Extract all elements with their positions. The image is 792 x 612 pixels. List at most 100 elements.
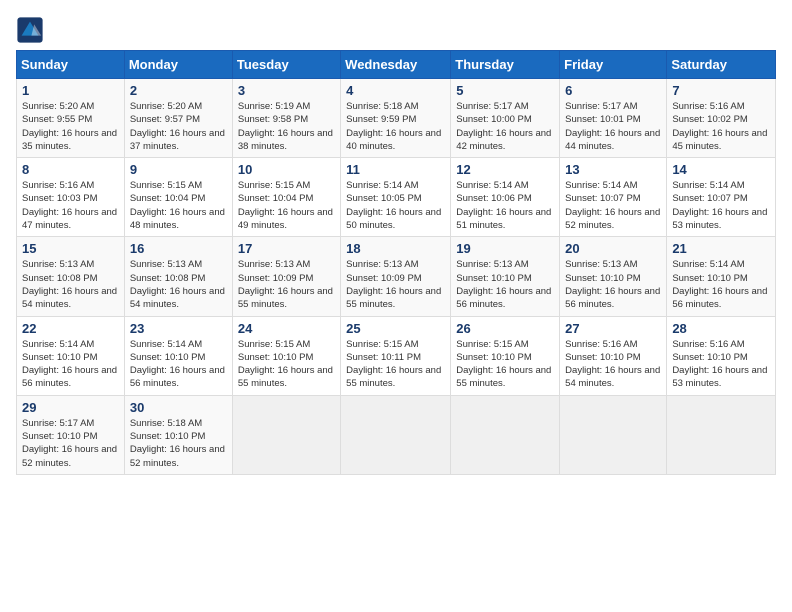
sunset-label: Sunset: 10:02 PM xyxy=(672,114,748,125)
sunrise-label: Sunrise: 5:20 AM xyxy=(130,101,202,112)
calendar-cell: 11 Sunrise: 5:14 AM Sunset: 10:05 PM Day… xyxy=(341,158,451,237)
header: General xyxy=(16,16,776,44)
day-info: Sunrise: 5:14 AM Sunset: 10:07 PM Daylig… xyxy=(672,179,770,232)
day-info: Sunrise: 5:14 AM Sunset: 10:07 PM Daylig… xyxy=(565,179,661,232)
week-row-4: 22 Sunrise: 5:14 AM Sunset: 10:10 PM Day… xyxy=(17,316,776,395)
sunrise-label: Sunrise: 5:13 AM xyxy=(565,259,637,270)
sunset-label: Sunset: 10:06 PM xyxy=(456,193,532,204)
weekday-header-tuesday: Tuesday xyxy=(232,51,340,79)
day-info: Sunrise: 5:14 AM Sunset: 10:06 PM Daylig… xyxy=(456,179,554,232)
day-number: 13 xyxy=(565,162,661,177)
sunset-label: Sunset: 10:04 PM xyxy=(238,193,314,204)
daylight-label: Daylight: 16 hours and 55 minutes. xyxy=(238,365,333,389)
sunset-label: Sunset: 10:10 PM xyxy=(130,431,206,442)
sunrise-label: Sunrise: 5:13 AM xyxy=(22,259,94,270)
sunrise-label: Sunrise: 5:15 AM xyxy=(130,180,202,191)
day-number: 25 xyxy=(346,321,445,336)
calendar-cell xyxy=(667,395,776,474)
day-info: Sunrise: 5:15 AM Sunset: 10:04 PM Daylig… xyxy=(130,179,227,232)
sunset-label: Sunset: 10:10 PM xyxy=(672,273,748,284)
sunset-label: Sunset: 10:10 PM xyxy=(456,352,532,363)
calendar-cell: 7 Sunrise: 5:16 AM Sunset: 10:02 PM Dayl… xyxy=(667,79,776,158)
sunrise-label: Sunrise: 5:17 AM xyxy=(456,101,528,112)
sunset-label: Sunset: 10:10 PM xyxy=(456,273,532,284)
sunrise-label: Sunrise: 5:13 AM xyxy=(130,259,202,270)
sunset-label: Sunset: 10:11 PM xyxy=(346,352,421,363)
sunrise-label: Sunrise: 5:13 AM xyxy=(456,259,528,270)
calendar-cell: 14 Sunrise: 5:14 AM Sunset: 10:07 PM Day… xyxy=(667,158,776,237)
daylight-label: Daylight: 16 hours and 54 minutes. xyxy=(130,286,225,310)
sunrise-label: Sunrise: 5:20 AM xyxy=(22,101,94,112)
daylight-label: Daylight: 16 hours and 45 minutes. xyxy=(672,128,767,152)
sunset-label: Sunset: 10:07 PM xyxy=(565,193,641,204)
week-row-1: 1 Sunrise: 5:20 AM Sunset: 9:55 PM Dayli… xyxy=(17,79,776,158)
sunrise-label: Sunrise: 5:17 AM xyxy=(22,418,94,429)
week-row-2: 8 Sunrise: 5:16 AM Sunset: 10:03 PM Dayl… xyxy=(17,158,776,237)
day-info: Sunrise: 5:13 AM Sunset: 10:08 PM Daylig… xyxy=(130,258,227,311)
daylight-label: Daylight: 16 hours and 56 minutes. xyxy=(565,286,660,310)
sunset-label: Sunset: 9:59 PM xyxy=(346,114,416,125)
sunrise-label: Sunrise: 5:14 AM xyxy=(565,180,637,191)
day-info: Sunrise: 5:20 AM Sunset: 9:55 PM Dayligh… xyxy=(22,100,119,153)
sunrise-label: Sunrise: 5:17 AM xyxy=(565,101,637,112)
daylight-label: Daylight: 16 hours and 55 minutes. xyxy=(346,365,441,389)
day-info: Sunrise: 5:18 AM Sunset: 9:59 PM Dayligh… xyxy=(346,100,445,153)
sunset-label: Sunset: 10:08 PM xyxy=(22,273,98,284)
weekday-header-thursday: Thursday xyxy=(451,51,560,79)
calendar-cell: 21 Sunrise: 5:14 AM Sunset: 10:10 PM Day… xyxy=(667,237,776,316)
day-info: Sunrise: 5:18 AM Sunset: 10:10 PM Daylig… xyxy=(130,417,227,470)
day-number: 29 xyxy=(22,400,119,415)
day-info: Sunrise: 5:15 AM Sunset: 10:04 PM Daylig… xyxy=(238,179,335,232)
day-info: Sunrise: 5:16 AM Sunset: 10:10 PM Daylig… xyxy=(672,338,770,391)
daylight-label: Daylight: 16 hours and 37 minutes. xyxy=(130,128,225,152)
calendar-cell: 12 Sunrise: 5:14 AM Sunset: 10:06 PM Day… xyxy=(451,158,560,237)
sunset-label: Sunset: 10:09 PM xyxy=(238,273,314,284)
day-number: 26 xyxy=(456,321,554,336)
calendar-cell: 19 Sunrise: 5:13 AM Sunset: 10:10 PM Day… xyxy=(451,237,560,316)
daylight-label: Daylight: 16 hours and 48 minutes. xyxy=(130,207,225,231)
week-row-3: 15 Sunrise: 5:13 AM Sunset: 10:08 PM Day… xyxy=(17,237,776,316)
weekday-header-wednesday: Wednesday xyxy=(341,51,451,79)
sunrise-label: Sunrise: 5:14 AM xyxy=(672,259,744,270)
sunset-label: Sunset: 10:08 PM xyxy=(130,273,206,284)
day-info: Sunrise: 5:20 AM Sunset: 9:57 PM Dayligh… xyxy=(130,100,227,153)
day-number: 2 xyxy=(130,83,227,98)
daylight-label: Daylight: 16 hours and 55 minutes. xyxy=(456,365,551,389)
calendar-cell xyxy=(560,395,667,474)
day-info: Sunrise: 5:16 AM Sunset: 10:10 PM Daylig… xyxy=(565,338,661,391)
day-number: 4 xyxy=(346,83,445,98)
day-number: 17 xyxy=(238,241,335,256)
calendar-cell xyxy=(232,395,340,474)
sunrise-label: Sunrise: 5:15 AM xyxy=(238,180,310,191)
day-number: 1 xyxy=(22,83,119,98)
sunset-label: Sunset: 10:09 PM xyxy=(346,273,422,284)
daylight-label: Daylight: 16 hours and 42 minutes. xyxy=(456,128,551,152)
day-info: Sunrise: 5:13 AM Sunset: 10:10 PM Daylig… xyxy=(565,258,661,311)
daylight-label: Daylight: 16 hours and 35 minutes. xyxy=(22,128,117,152)
day-info: Sunrise: 5:13 AM Sunset: 10:09 PM Daylig… xyxy=(238,258,335,311)
day-number: 6 xyxy=(565,83,661,98)
calendar-cell: 22 Sunrise: 5:14 AM Sunset: 10:10 PM Day… xyxy=(17,316,125,395)
day-info: Sunrise: 5:14 AM Sunset: 10:10 PM Daylig… xyxy=(22,338,119,391)
day-info: Sunrise: 5:15 AM Sunset: 10:11 PM Daylig… xyxy=(346,338,445,391)
sunset-label: Sunset: 10:03 PM xyxy=(22,193,98,204)
day-info: Sunrise: 5:14 AM Sunset: 10:05 PM Daylig… xyxy=(346,179,445,232)
weekday-header-friday: Friday xyxy=(560,51,667,79)
day-number: 11 xyxy=(346,162,445,177)
calendar-cell xyxy=(341,395,451,474)
daylight-label: Daylight: 16 hours and 55 minutes. xyxy=(346,286,441,310)
sunrise-label: Sunrise: 5:18 AM xyxy=(130,418,202,429)
daylight-label: Daylight: 16 hours and 52 minutes. xyxy=(22,444,117,468)
day-number: 15 xyxy=(22,241,119,256)
weekday-header-sunday: Sunday xyxy=(17,51,125,79)
daylight-label: Daylight: 16 hours and 38 minutes. xyxy=(238,128,333,152)
sunset-label: Sunset: 10:10 PM xyxy=(22,352,98,363)
daylight-label: Daylight: 16 hours and 44 minutes. xyxy=(565,128,660,152)
sunset-label: Sunset: 9:58 PM xyxy=(238,114,308,125)
calendar-cell: 18 Sunrise: 5:13 AM Sunset: 10:09 PM Day… xyxy=(341,237,451,316)
sunset-label: Sunset: 10:10 PM xyxy=(565,352,641,363)
sunset-label: Sunset: 10:10 PM xyxy=(672,352,748,363)
sunrise-label: Sunrise: 5:15 AM xyxy=(346,339,418,350)
sunset-label: Sunset: 10:10 PM xyxy=(238,352,314,363)
day-number: 19 xyxy=(456,241,554,256)
